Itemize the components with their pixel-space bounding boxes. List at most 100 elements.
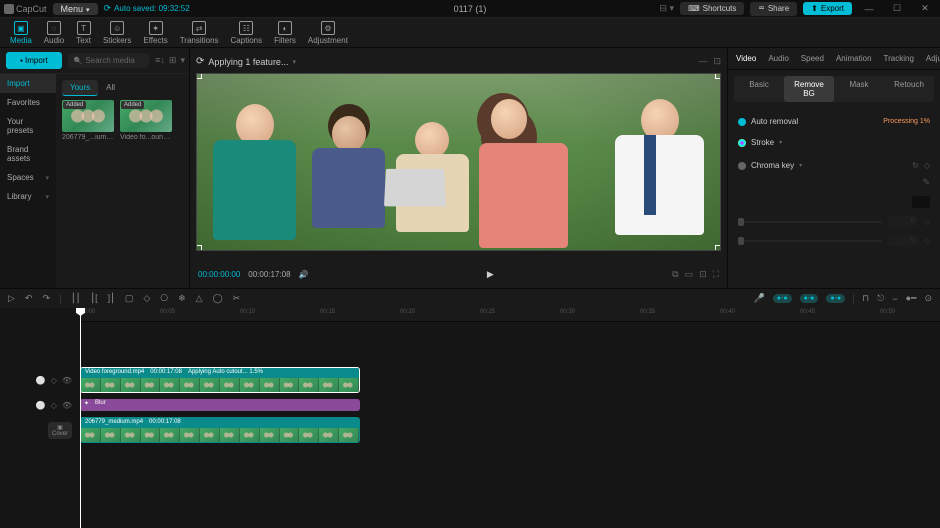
trim-right-tool[interactable]: ]⎮ — [108, 293, 115, 304]
lock-icon[interactable]: ⚪ — [36, 401, 46, 410]
tab-transitions[interactable]: ⇄Transitions — [174, 19, 225, 47]
prop-tab-animation[interactable]: Animation — [834, 52, 874, 65]
color-swatch[interactable] — [912, 196, 930, 208]
subtab-removebg[interactable]: Remove BG — [784, 76, 834, 102]
tab-effects[interactable]: ✦Effects — [137, 19, 173, 47]
slider-value[interactable]: 0 — [888, 235, 918, 246]
lock-icon[interactable]: ⚪ — [36, 376, 46, 385]
prop-tab-adjustment[interactable]: Adjustment — [924, 52, 940, 65]
resize-handle[interactable] — [715, 73, 721, 79]
tab-audio[interactable]: ◌Audio — [38, 19, 70, 47]
cover-button[interactable]: ▣Cover — [48, 422, 72, 439]
resize-handle[interactable] — [196, 73, 202, 79]
hide-icon[interactable]: 👁 — [62, 376, 72, 385]
resize-handle[interactable] — [196, 245, 202, 251]
sidebar-item-import[interactable]: Import — [0, 74, 56, 93]
keyframe-icon[interactable]: ◇ — [924, 161, 930, 170]
prop-tab-audio[interactable]: Audio — [766, 52, 790, 65]
minimize-button[interactable]: — — [858, 2, 880, 16]
filter-icon[interactable]: ▾ — [180, 55, 185, 66]
link-icon[interactable]: ⎋ — [877, 293, 884, 304]
subtab-retouch[interactable]: Retouch — [884, 76, 934, 102]
undo-button[interactable]: ↶ — [25, 293, 33, 304]
grid-view-icon[interactable]: ⊞ — [169, 55, 177, 66]
record-pill2[interactable]: ●-● — [800, 294, 819, 303]
tab-media[interactable]: ▣Media — [4, 19, 38, 47]
fullscreen-icon[interactable]: ⛶ — [713, 269, 719, 280]
sort-icon[interactable]: ≡↓ — [155, 55, 165, 66]
tab-text[interactable]: TText — [70, 19, 97, 47]
mute-icon[interactable]: ◇ — [51, 401, 57, 410]
pointer-tool[interactable]: ▷ — [8, 293, 15, 304]
record-pill[interactable]: ●-● — [773, 294, 792, 303]
prop-tab-video[interactable]: Video — [734, 52, 758, 65]
sidebar-item-presets[interactable]: Your presets — [0, 112, 56, 140]
shortcuts-button[interactable]: ⌨ Shortcuts — [680, 2, 744, 15]
effect-clip[interactable]: ✦ Blur — [80, 399, 360, 411]
chevron-down-icon[interactable]: ▾ — [292, 58, 296, 66]
media-tab-yours[interactable]: Yours — [62, 80, 98, 96]
split-tool[interactable]: ⎮⎮ — [71, 293, 80, 304]
magnet-icon[interactable]: ⊓ — [862, 293, 869, 304]
sidebar-item-library[interactable]: Library▾ — [0, 187, 56, 206]
crop-tool[interactable]: ◇ — [143, 293, 150, 304]
close-button[interactable]: ✕ — [914, 2, 936, 16]
export-button[interactable]: ⬆ Export — [803, 2, 852, 15]
playhead[interactable] — [80, 308, 81, 528]
tab-filters[interactable]: ◐Filters — [268, 19, 302, 47]
delete-tool[interactable]: ▢ — [125, 293, 134, 304]
mic-icon[interactable]: 🎤 — [754, 293, 765, 304]
volume-icon[interactable]: 🔊 — [299, 270, 309, 279]
shadow-slider[interactable] — [738, 240, 882, 242]
eyedropper-icon[interactable]: ✎ — [922, 177, 930, 188]
subtab-basic[interactable]: Basic — [734, 76, 784, 102]
zoom-slider[interactable]: ●━ — [906, 293, 917, 304]
keyframe-icon[interactable]: ◇ — [924, 217, 930, 226]
sidebar-item-favorites[interactable]: Favorites — [0, 93, 56, 112]
stroke-toggle[interactable] — [738, 139, 746, 147]
play-button[interactable]: ▶ — [487, 269, 494, 280]
trim-left-tool[interactable]: ⎮[ — [90, 293, 97, 304]
chevron-down-icon[interactable]: ▾ — [779, 139, 782, 146]
zoom-out-icon[interactable]: − — [892, 294, 897, 304]
sidebar-item-spaces[interactable]: Spaces▾ — [0, 168, 56, 187]
import-button[interactable]: Import — [6, 52, 62, 69]
tab-captions[interactable]: ☷Captions — [225, 19, 269, 47]
media-thumb[interactable]: Added Video fo...ound.mp4 — [120, 100, 172, 141]
preview-layout-icon[interactable]: ⊡ — [713, 56, 721, 67]
timeline-clip[interactable]: Video foreground.mp400:00:17:08Applying … — [80, 367, 360, 393]
crop2-tool[interactable]: ✂ — [233, 293, 241, 304]
slider-value[interactable]: 0 — [888, 216, 918, 227]
mirror-tool[interactable]: △ — [196, 293, 203, 304]
auto-removal-toggle[interactable] — [738, 118, 746, 126]
freeze-tool[interactable]: ❄ — [178, 293, 186, 304]
search-input[interactable]: Search media — [68, 53, 149, 68]
prop-tab-speed[interactable]: Speed — [799, 52, 826, 65]
video-preview[interactable]: ⊘ — [196, 73, 721, 251]
feedback-icon[interactable]: ⊟ ▾ — [660, 3, 675, 14]
reset-icon[interactable]: ↻ — [912, 161, 919, 170]
media-tab-all[interactable]: All — [98, 80, 123, 96]
menu-button[interactable]: Menu — [53, 3, 98, 15]
redo-button[interactable]: ↷ — [42, 293, 50, 304]
share-button[interactable]: ⮹ Share — [750, 2, 797, 16]
rotate-tool[interactable]: ◯ — [213, 293, 223, 304]
chroma-toggle[interactable] — [738, 162, 746, 170]
chevron-down-icon[interactable]: ▾ — [799, 162, 802, 169]
sidebar-item-brand[interactable]: Brand assets — [0, 140, 56, 168]
media-thumb[interactable]: Added 206779_...ium.mp4 — [62, 100, 114, 141]
quality-icon[interactable]: ⊡ — [699, 269, 707, 280]
subtab-mask[interactable]: Mask — [834, 76, 884, 102]
maximize-button[interactable]: ☐ — [886, 2, 908, 16]
reverse-tool[interactable]: ⎔ — [160, 293, 168, 304]
zoom-fit-icon[interactable]: ⊙ — [924, 293, 932, 304]
tab-stickers[interactable]: ☺Stickers — [97, 19, 137, 47]
ratio-icon[interactable]: ▭ — [685, 269, 694, 280]
mute-icon[interactable]: ◇ — [51, 376, 57, 385]
record-pill3[interactable]: ●-● — [826, 294, 845, 303]
prop-tab-tracking[interactable]: Tracking — [882, 52, 916, 65]
intensity-slider[interactable] — [738, 221, 882, 223]
resize-handle[interactable] — [715, 245, 721, 251]
keyframe-icon[interactable]: ◇ — [924, 236, 930, 245]
tab-adjustment[interactable]: ⚙Adjustment — [302, 19, 354, 47]
